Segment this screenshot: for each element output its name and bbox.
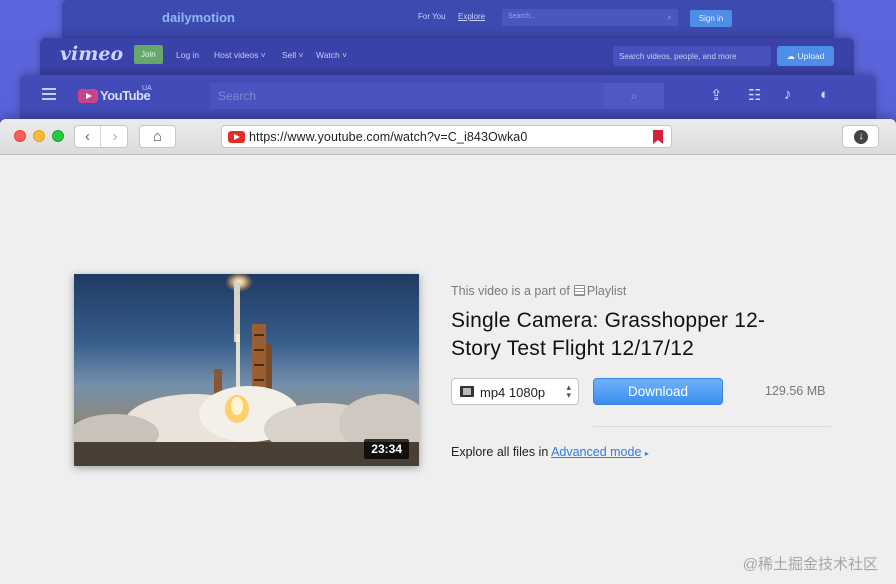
bookmark-icon[interactable] [653,130,663,144]
vimeo-nav-host-videos[interactable]: Host videos ˅ [214,50,266,60]
navigation-buttons: ‹ › [74,125,128,148]
vimeo-logo: vimeo [60,43,124,65]
youtube-search-button[interactable]: ⌕ [604,83,664,109]
youtube-search-input[interactable]: Search [210,83,604,109]
dm-nav-for-you[interactable]: For You [418,12,446,21]
vimeo-window: vimeo Join Log in Host videos ˅ Sell ˅ W… [40,38,854,76]
download-arrow-icon: ↓ [854,130,868,144]
dailymotion-window: dailymotion For You Explore Search... ⌕ … [62,0,834,40]
vimeo-nav-login[interactable]: Log in [176,50,199,60]
url-bar[interactable]: https://www.youtube.com/watch?v=C_i843Ow… [221,125,672,148]
youtube-favicon-icon [228,131,245,143]
triangle-right-icon: ▸ [644,449,649,458]
dm-search-input[interactable]: Search... ⌕ [502,9,678,26]
bell-icon[interactable]: ♪ [784,86,792,103]
vimeo-join-button[interactable]: Join [134,45,163,64]
video-thumbnail[interactable]: 23:34 [74,274,419,466]
explore-files: Explore all files in Advanced mode ▸ [451,445,649,459]
vimeo-upload-button[interactable]: ☁ Upload [777,46,834,66]
playlist-icon [573,285,585,296]
downloads-button[interactable]: ↓ [842,125,879,148]
search-icon: ⌕ [666,12,672,22]
chevron-updown-icon: ▴ ▾ [566,382,571,400]
youtube-window: YouTube UA Search ⌕ ⇪ ☷ ♪ ◐ [20,75,876,119]
main-content: 23:34 This video is a part of Playlist Si… [0,156,896,584]
video-file-icon [460,386,474,397]
upload-icon[interactable]: ⇪ [710,86,723,104]
vimeo-upload-label: Upload [797,51,825,61]
apps-grid-icon[interactable]: ☷ [748,86,761,104]
youtube-region: UA [142,85,152,92]
video-title: Single Camera: Grasshopper 12-Story Test… [451,309,766,360]
playlist-link[interactable]: Playlist [587,284,627,298]
watermark-text: @稀土掘金技术社区 [742,556,878,573]
hamburger-menu-icon[interactable] [42,88,56,103]
window-close-button[interactable] [14,130,26,142]
download-button[interactable]: Download [593,378,723,405]
vimeo-search-input[interactable]: Search videos, people, and more [613,46,771,66]
window-maximize-button[interactable] [52,130,64,142]
home-button[interactable]: ⌂ [139,125,176,148]
file-size: 129.56 MB [765,384,826,398]
format-value: mp4 1080p [480,385,546,400]
vimeo-nav-watch[interactable]: Watch ˅ [316,50,347,60]
youtube-logo-icon [78,89,98,103]
divider [593,426,831,427]
url-text[interactable]: https://www.youtube.com/watch?v=C_i843Ow… [249,130,527,144]
explore-prefix: Explore all files in [451,445,549,459]
youtube-search-placeholder: Search [218,89,257,103]
advanced-mode-link[interactable]: Advanced mode [551,445,641,459]
vimeo-search-placeholder: Search videos, people, and more [619,52,737,61]
dm-nav-explore[interactable]: Explore [458,12,485,21]
avatar-icon[interactable]: ◐ [820,86,829,103]
playlist-note: This video is a part of Playlist [451,284,626,298]
back-arrow-icon[interactable]: ‹ [75,126,101,147]
rocket-launch-image [74,274,419,466]
search-icon: ⌕ [630,89,638,103]
window-minimize-button[interactable] [33,130,45,142]
forward-arrow-icon[interactable]: › [102,126,128,147]
vimeo-nav-sell[interactable]: Sell ˅ [282,50,304,60]
cloud-upload-icon: ☁ [786,51,798,61]
video-duration: 23:34 [364,439,409,459]
format-select[interactable]: mp4 1080p ▴ ▾ [451,378,579,405]
browser-window: ‹ › ⌂ https://www.youtube.com/watch?v=C_… [0,119,896,584]
dailymotion-logo: dailymotion [162,10,235,25]
browser-toolbar: ‹ › ⌂ https://www.youtube.com/watch?v=C_… [0,119,896,155]
dm-signin-button[interactable]: Sign in [690,10,732,27]
home-icon: ⌂ [152,128,163,145]
dm-search-placeholder: Search... [508,13,537,20]
playlist-note-prefix: This video is a part of [451,284,570,298]
